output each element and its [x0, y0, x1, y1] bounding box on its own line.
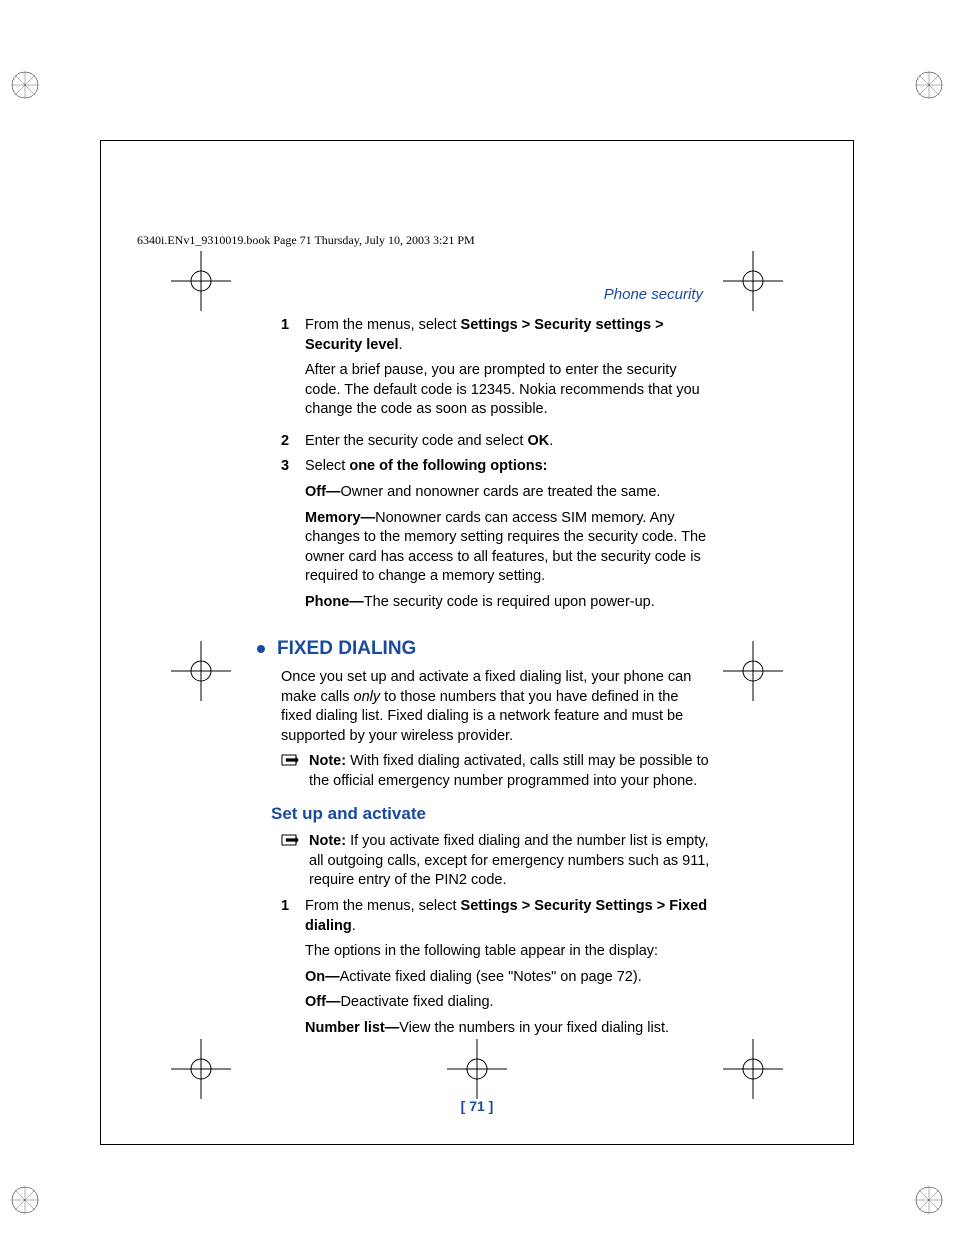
- page-frame: 6340i.ENv1_9310019.book Page 71 Thursday…: [100, 140, 854, 1145]
- definition-item: Number list—View the numbers in your fix…: [305, 1019, 711, 1039]
- rosette-icon: [914, 70, 944, 100]
- crop-mark-icon: [171, 641, 231, 701]
- note-body: Note: If you activate fixed dialing and …: [309, 832, 711, 891]
- step-number: 1: [281, 897, 305, 1044]
- page-number: [ 71 ]: [101, 1098, 853, 1114]
- step-number: 1: [281, 316, 305, 426]
- print-header: 6340i.ENv1_9310019.book Page 71 Thursday…: [137, 233, 475, 248]
- note-body: Note: With fixed dialing activated, call…: [309, 752, 711, 791]
- crop-mark-icon: [447, 1039, 507, 1099]
- paragraph: Once you set up and activate a fixed dia…: [281, 668, 711, 746]
- note-arrow-icon: [281, 752, 309, 791]
- crop-mark-icon: [723, 641, 783, 701]
- step-body: Enter the security code and select OK.: [305, 432, 711, 452]
- note-arrow-icon: [281, 832, 309, 891]
- crop-mark-icon: [171, 1039, 231, 1099]
- section-heading: FIXED DIALING: [257, 636, 711, 662]
- step-item: 3 Select one of the following options: O…: [281, 457, 711, 618]
- rosette-icon: [10, 1185, 40, 1215]
- subsection-heading: Set up and activate: [271, 803, 711, 826]
- definition-item: Off—Deactivate fixed dialing.: [305, 993, 711, 1013]
- step-item: 2 Enter the security code and select OK.: [281, 432, 711, 452]
- rosette-icon: [914, 1185, 944, 1215]
- bullet-icon: [257, 645, 265, 653]
- step-item: 1 From the menus, select Settings > Secu…: [281, 316, 711, 426]
- crop-mark-icon: [723, 1039, 783, 1099]
- note-block: Note: With fixed dialing activated, call…: [281, 752, 711, 791]
- step-number: 3: [281, 457, 305, 618]
- rosette-icon: [10, 70, 40, 100]
- crop-mark-icon: [723, 251, 783, 311]
- step-body: From the menus, select Settings > Securi…: [305, 897, 711, 1044]
- step-body: Select one of the following options: Off…: [305, 457, 711, 618]
- step-followup: The options in the following table appea…: [305, 942, 711, 962]
- definition-item: On—Activate fixed dialing (see "Notes" o…: [305, 968, 711, 988]
- crop-mark-icon: [171, 251, 231, 311]
- definition-item: Phone—The security code is required upon…: [305, 593, 711, 613]
- body-content: 1 From the menus, select Settings > Secu…: [281, 316, 711, 1050]
- step-item: 1 From the menus, select Settings > Secu…: [281, 897, 711, 1044]
- step-number: 2: [281, 432, 305, 452]
- step-followup: After a brief pause, you are prompted to…: [305, 361, 711, 420]
- definition-item: Memory—Nonowner cards can access SIM mem…: [305, 509, 711, 587]
- definition-item: Off—Owner and nonowner cards are treated…: [305, 483, 711, 503]
- step-body: From the menus, select Settings > Securi…: [305, 316, 711, 426]
- running-head: Phone security: [604, 286, 703, 303]
- note-block: Note: If you activate fixed dialing and …: [281, 832, 711, 891]
